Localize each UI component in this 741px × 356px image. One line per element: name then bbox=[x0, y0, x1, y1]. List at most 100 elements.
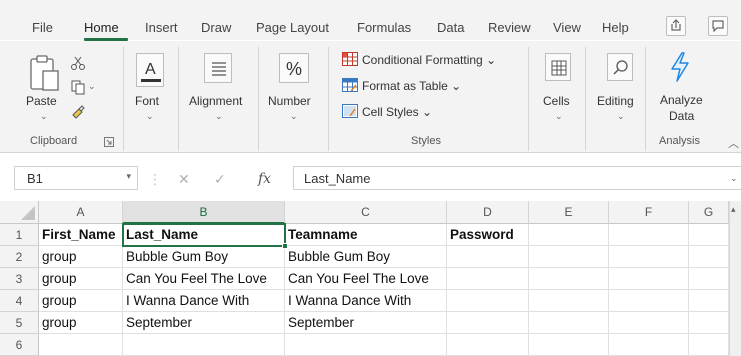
cell-f2[interactable] bbox=[609, 246, 689, 268]
tab-insert[interactable]: Insert bbox=[145, 20, 178, 35]
editing-button[interactable] bbox=[607, 53, 633, 81]
column-header-f[interactable]: F bbox=[609, 201, 689, 224]
select-all-button[interactable] bbox=[0, 201, 39, 224]
analyze-data-label-line1[interactable]: Analyze bbox=[660, 93, 703, 107]
row-header-4[interactable]: 4 bbox=[0, 290, 39, 312]
cell-c3[interactable]: Can You Feel The Love bbox=[285, 268, 447, 290]
cell-b5[interactable]: September bbox=[123, 312, 285, 334]
cell-a1[interactable]: First_Name bbox=[39, 224, 123, 246]
copy-icon[interactable] bbox=[70, 79, 86, 95]
number-format-button[interactable]: % bbox=[279, 53, 309, 83]
alignment-dropdown-icon[interactable]: ⌄ bbox=[215, 111, 223, 122]
cell-c5[interactable]: September bbox=[285, 312, 447, 334]
format-as-table-button[interactable]: Format as Table ⌄ bbox=[342, 78, 461, 93]
cell-b2[interactable]: Bubble Gum Boy bbox=[123, 246, 285, 268]
column-header-b[interactable]: B bbox=[123, 201, 285, 224]
cells-dropdown-icon[interactable]: ⌄ bbox=[555, 111, 563, 122]
cell-a6[interactable] bbox=[39, 334, 123, 356]
cell-c6[interactable] bbox=[285, 334, 447, 356]
cell-d4[interactable] bbox=[447, 290, 529, 312]
cell-e6[interactable] bbox=[529, 334, 609, 356]
paste-dropdown-icon[interactable]: ⌄ bbox=[40, 111, 48, 122]
fill-handle[interactable] bbox=[282, 243, 288, 249]
cancel-icon[interactable]: ✕ bbox=[178, 171, 190, 188]
cell-styles-button[interactable]: Cell Styles ⌄ bbox=[342, 104, 432, 119]
comments-button[interactable] bbox=[708, 16, 728, 36]
cell-d3[interactable] bbox=[447, 268, 529, 290]
format-painter-icon[interactable] bbox=[70, 103, 86, 119]
scroll-up-icon[interactable]: ▴ bbox=[731, 204, 736, 215]
cell-d6[interactable] bbox=[447, 334, 529, 356]
tab-page-layout[interactable]: Page Layout bbox=[256, 20, 329, 35]
cell-g2[interactable] bbox=[689, 246, 729, 268]
alignment-button[interactable] bbox=[204, 53, 232, 83]
cell-e4[interactable] bbox=[529, 290, 609, 312]
cells-button[interactable] bbox=[545, 53, 571, 81]
cell-a3[interactable]: group bbox=[39, 268, 123, 290]
row-header-6[interactable]: 6 bbox=[0, 334, 39, 356]
font-button[interactable]: A bbox=[136, 53, 164, 87]
row-header-3[interactable]: 3 bbox=[0, 268, 39, 290]
cell-c1[interactable]: Teamname bbox=[285, 224, 447, 246]
cell-c4[interactable]: I Wanna Dance With bbox=[285, 290, 447, 312]
analyze-data-label-line2[interactable]: Data bbox=[669, 109, 694, 123]
cell-b6[interactable] bbox=[123, 334, 285, 356]
tab-draw[interactable]: Draw bbox=[201, 20, 231, 35]
column-header-d[interactable]: D bbox=[447, 201, 529, 224]
tab-file[interactable]: File bbox=[32, 20, 53, 35]
cell-f5[interactable] bbox=[609, 312, 689, 334]
cell-b3[interactable]: Can You Feel The Love bbox=[123, 268, 285, 290]
copy-dropdown-icon[interactable]: ⌄ bbox=[88, 81, 96, 92]
cell-g3[interactable] bbox=[689, 268, 729, 290]
cell-e2[interactable] bbox=[529, 246, 609, 268]
vertical-scrollbar[interactable]: ▴ bbox=[729, 201, 741, 356]
analyze-data-icon[interactable] bbox=[667, 51, 693, 83]
column-header-e[interactable]: E bbox=[529, 201, 609, 224]
cell-e1[interactable] bbox=[529, 224, 609, 246]
cell-f6[interactable] bbox=[609, 334, 689, 356]
collapse-ribbon-icon[interactable]: ︿ bbox=[728, 135, 739, 151]
cell-a2[interactable]: group bbox=[39, 246, 123, 268]
row-header-5[interactable]: 5 bbox=[0, 312, 39, 334]
cell-c2[interactable]: Bubble Gum Boy bbox=[285, 246, 447, 268]
worksheet-grid[interactable]: A B C D E F G 1 First_Name Last_Name Teamname Passw… bbox=[0, 201, 741, 356]
enter-icon[interactable]: ✓ bbox=[214, 171, 226, 188]
paste-button[interactable] bbox=[28, 53, 62, 99]
cell-d2[interactable] bbox=[447, 246, 529, 268]
dialog-launcher-icon[interactable] bbox=[104, 137, 114, 147]
cell-d5[interactable] bbox=[447, 312, 529, 334]
cut-icon[interactable] bbox=[70, 55, 86, 71]
editing-dropdown-icon[interactable]: ⌄ bbox=[617, 111, 625, 122]
cell-e3[interactable] bbox=[529, 268, 609, 290]
font-dropdown-icon[interactable]: ⌄ bbox=[146, 111, 154, 122]
conditional-formatting-button[interactable]: Conditional Formatting ⌄ bbox=[342, 52, 496, 67]
cell-b4[interactable]: I Wanna Dance With bbox=[123, 290, 285, 312]
cell-g5[interactable] bbox=[689, 312, 729, 334]
cell-a4[interactable]: group bbox=[39, 290, 123, 312]
row-header-1[interactable]: 1 bbox=[0, 224, 39, 246]
formula-input[interactable]: Last_Name bbox=[293, 166, 741, 190]
share-button[interactable] bbox=[666, 16, 686, 36]
column-header-g[interactable]: G bbox=[689, 201, 729, 224]
expand-formula-bar-icon[interactable]: ⌄ bbox=[730, 173, 738, 184]
tab-data[interactable]: Data bbox=[437, 20, 464, 35]
cell-f3[interactable] bbox=[609, 268, 689, 290]
cell-e5[interactable] bbox=[529, 312, 609, 334]
tab-review[interactable]: Review bbox=[488, 20, 531, 35]
tab-home[interactable]: Home bbox=[84, 20, 119, 35]
cell-a5[interactable]: group bbox=[39, 312, 123, 334]
cell-f1[interactable] bbox=[609, 224, 689, 246]
insert-function-icon[interactable]: fx bbox=[258, 171, 271, 187]
cell-b1[interactable]: Last_Name bbox=[123, 224, 285, 246]
tab-help[interactable]: Help bbox=[602, 20, 629, 35]
column-header-c[interactable]: C bbox=[285, 201, 447, 224]
tab-formulas[interactable]: Formulas bbox=[357, 20, 411, 35]
number-dropdown-icon[interactable]: ⌄ bbox=[290, 111, 298, 122]
row-header-2[interactable]: 2 bbox=[0, 246, 39, 268]
tab-view[interactable]: View bbox=[553, 20, 581, 35]
cell-g1[interactable] bbox=[689, 224, 729, 246]
cell-f4[interactable] bbox=[609, 290, 689, 312]
name-box-dropdown-icon[interactable]: ▾ bbox=[126, 171, 131, 182]
column-header-a[interactable]: A bbox=[39, 201, 123, 224]
cell-g4[interactable] bbox=[689, 290, 729, 312]
